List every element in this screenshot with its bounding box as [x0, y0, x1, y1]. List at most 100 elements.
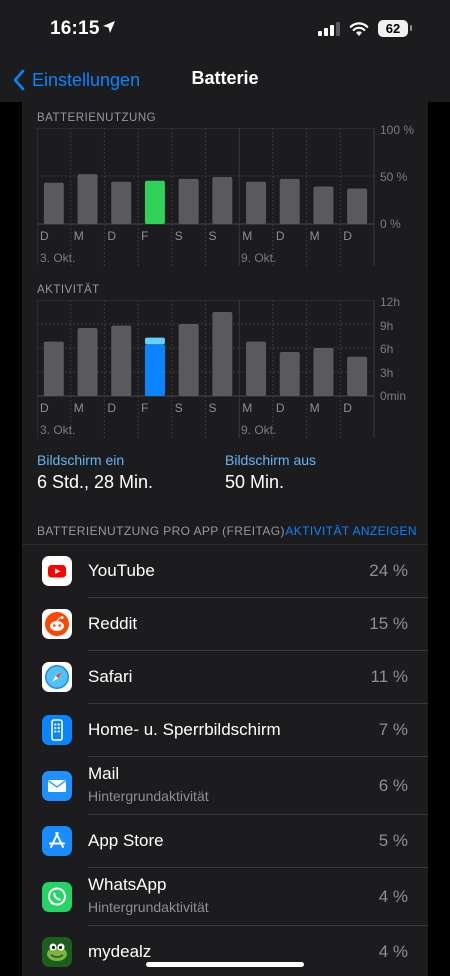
- battery-day-label: S: [208, 229, 217, 243]
- home-indicator[interactable]: [146, 962, 304, 967]
- activity-day-label: M: [73, 401, 84, 415]
- battery-date-label-1: 3. Okt.: [40, 251, 76, 265]
- activity-day-label: S: [208, 401, 217, 415]
- battery-bar-4: [178, 178, 199, 224]
- battery-bar-9: [347, 188, 368, 224]
- battery-day-label: D: [343, 229, 352, 243]
- activity-y-label-6h: 6h: [380, 342, 394, 356]
- battery-usage-chart[interactable]: 100 % 50 % 0 % D M D F S S M D M D 3. Okt. 9. Okt…: [37, 123, 417, 268]
- activity-bar-6-s0: [246, 341, 267, 396]
- app-row-mydealz[interactable]: mydealz 4 %: [22, 926, 428, 976]
- activity-date-label-1: 3. Okt.: [40, 423, 76, 437]
- screen-off-stat: Bildschirm aus 50 Min.: [225, 452, 316, 493]
- navigation-bar: Einstellungen Batterie: [0, 60, 450, 102]
- battery-day-label: M: [73, 229, 84, 243]
- per-app-header-label: BATTERIENUTZUNG PRO APP (FREITAG): [37, 524, 285, 538]
- activity-chart[interactable]: 12h 9h 6h 3h 0min D M D F S S M D M D 3. Okt. 9. …: [37, 295, 417, 440]
- app-percentage: 4 %: [378, 887, 408, 906]
- activity-bar-1-s0: [77, 328, 98, 396]
- cellular-signal-icon: [318, 22, 342, 36]
- battery-indicator: 62: [378, 20, 408, 37]
- activity-bar-7-s0: [279, 352, 300, 396]
- activity-y-label-12h: 12h: [380, 295, 401, 309]
- wifi-icon: [349, 22, 369, 36]
- app-percentage: 6 %: [378, 776, 408, 795]
- activity-day-label: F: [141, 401, 149, 415]
- activity-day-label: M: [309, 401, 320, 415]
- app-name: YouTube: [88, 561, 155, 580]
- app-row-safari[interactable]: Safari 11 %: [22, 651, 428, 704]
- battery-y-label-0: 0 %: [380, 217, 401, 231]
- app-name: Reddit: [88, 614, 138, 633]
- homescreen-icon: [42, 715, 72, 745]
- battery-day-label: M: [309, 229, 320, 243]
- activity-bar-3-s1: [144, 337, 165, 345]
- app-name: WhatsApp: [88, 875, 167, 894]
- battery-day-label: D: [107, 229, 117, 243]
- page-title: Batterie: [191, 68, 259, 88]
- battery-bar-7: [279, 178, 300, 224]
- app-name: Safari: [88, 667, 133, 686]
- app-percentage: 15 %: [369, 614, 408, 633]
- screen-on-value: 6 Std., 28 Min.: [37, 472, 154, 492]
- app-row-mail[interactable]: Mail Hintergrundaktivität 6 %: [22, 757, 428, 815]
- screen-off-value: 50 Min.: [225, 472, 285, 492]
- activity-day-label: S: [174, 401, 183, 415]
- activity-bar-8-s0: [313, 348, 334, 396]
- per-app-header: BATTERIENUTZUNG PRO APP (FREITAG) AKTIVI…: [37, 524, 417, 538]
- battery-bar-8: [313, 186, 334, 224]
- battery-bar-1: [77, 174, 98, 224]
- app-name: Mail: [88, 764, 120, 783]
- app-name: Home- u. Sperrbildschirm: [88, 720, 281, 739]
- activity-date-label-2: 9. Okt.: [241, 423, 277, 437]
- battery-bar-5: [212, 176, 233, 224]
- battery-day-label: F: [141, 229, 149, 243]
- app-percentage: 4 %: [378, 942, 408, 961]
- location-arrow-icon: [103, 21, 115, 33]
- app-row-appstore[interactable]: App Store 5 %: [22, 815, 428, 868]
- safari-icon: [42, 662, 72, 692]
- activity-bar-3-s0: [144, 344, 165, 396]
- battery-y-label-50: 50 %: [380, 170, 408, 184]
- app-percentage: 11 %: [370, 667, 409, 686]
- battery-bar-3: [144, 180, 165, 224]
- activity-day-label: D: [107, 401, 117, 415]
- activity-label: AKTIVITÄT: [37, 284, 100, 296]
- activity-day-label: D: [275, 401, 285, 415]
- app-usage-list: YouTube 24 % Reddit 15 % Safari 11 % Hom…: [22, 545, 428, 976]
- battery-day-label: D: [275, 229, 285, 243]
- app-name: mydealz: [88, 942, 152, 961]
- activity-bar-9-s0: [347, 356, 368, 396]
- status-time: 16:15: [50, 18, 100, 39]
- screen-time-summary: Bildschirm ein 6 Std., 28 Min. Bildschir…: [37, 452, 417, 502]
- app-subtitle: Hintergrundaktivität: [88, 788, 209, 804]
- app-row-reddit[interactable]: Reddit 15 %: [22, 598, 428, 651]
- app-row-youtube[interactable]: YouTube 24 %: [22, 545, 428, 598]
- show-activity-button[interactable]: AKTIVITÄT ANZEIGEN: [285, 524, 417, 538]
- battery-date-label-2: 9. Okt.: [241, 251, 277, 265]
- activity-y-label-9h: 9h: [380, 319, 394, 333]
- battery-bar-0: [43, 182, 64, 224]
- battery-y-label-100: 100 %: [380, 123, 415, 137]
- battery-cap: [410, 25, 412, 31]
- whatsapp-icon: [42, 882, 72, 912]
- status-bar: 16:15 62: [0, 0, 450, 60]
- app-percentage: 7 %: [378, 720, 408, 739]
- activity-y-label-0min: 0min: [380, 389, 407, 403]
- activity-day-label: D: [40, 401, 49, 415]
- app-percentage: 24 %: [369, 561, 408, 580]
- screen-on-stat: Bildschirm ein 6 Std., 28 Min.: [37, 452, 153, 493]
- activity-bar-5-s0: [212, 312, 233, 396]
- battery-bar-2: [111, 181, 132, 224]
- battery-usage-label: BATTERIENUTZUNG: [37, 112, 157, 124]
- activity-y-label-3h: 3h: [380, 366, 394, 380]
- activity-chart-svg: [37, 300, 375, 438]
- app-row-whatsapp[interactable]: WhatsApp Hintergrundaktivität 4 %: [22, 868, 428, 926]
- appstore-icon: [42, 826, 72, 856]
- screen-on-label: Bildschirm ein: [37, 452, 125, 468]
- battery-day-label: M: [242, 229, 253, 243]
- activity-bar-2-s0: [111, 325, 132, 396]
- app-row-homescreen[interactable]: Home- u. Sperrbildschirm 7 %: [22, 704, 428, 757]
- activity-day-label: D: [343, 401, 352, 415]
- activity-day-label: M: [242, 401, 253, 415]
